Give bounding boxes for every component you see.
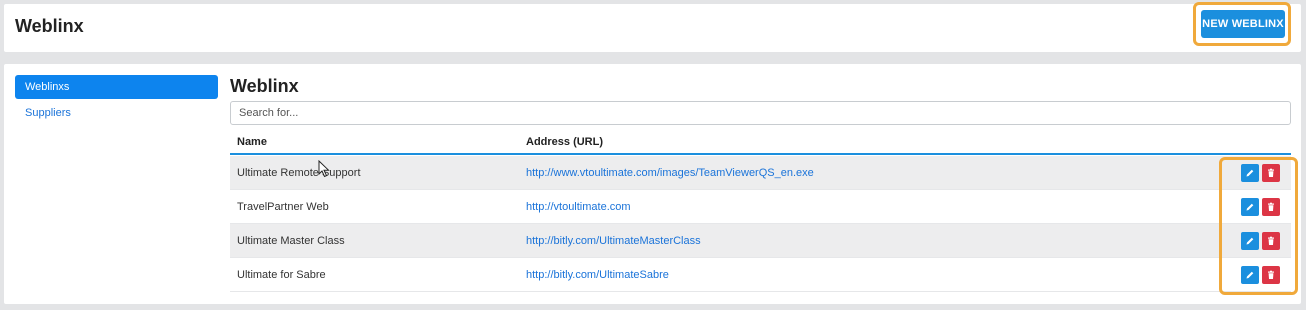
column-header-name: Name: [237, 136, 267, 148]
new-weblinx-button[interactable]: NEW WEBLINX: [1201, 10, 1285, 38]
row-name: Ultimate for Sabre: [237, 269, 326, 281]
sidebar-item-label: Weblinxs: [25, 81, 70, 93]
search-input[interactable]: [230, 101, 1291, 125]
row-name: TravelPartner Web: [237, 201, 329, 213]
page-title: Weblinx: [15, 16, 84, 36]
row-actions-highlight: [1219, 157, 1298, 295]
row-url-link[interactable]: http://www.vtoultimate.com/images/TeamVi…: [526, 167, 814, 179]
table-header: Name Address (URL): [230, 129, 1291, 155]
section-title: Weblinx: [230, 76, 299, 96]
main-panel: Weblinxs Suppliers Weblinx Name Address …: [4, 64, 1301, 304]
table-row: Ultimate for Sabre http://bitly.com/Ulti…: [230, 258, 1291, 292]
page-header: Weblinx: [4, 4, 1301, 52]
row-url-link[interactable]: http://bitly.com/UltimateSabre: [526, 269, 669, 281]
table-row: Ultimate Remote Support http://www.vtoul…: [230, 156, 1291, 190]
row-name: Ultimate Master Class: [237, 235, 345, 247]
sidebar-item-weblinxs[interactable]: Weblinxs: [15, 75, 218, 99]
table-row: Ultimate Master Class http://bitly.com/U…: [230, 224, 1291, 258]
row-url-link[interactable]: http://vtoultimate.com: [526, 201, 631, 213]
table-row: TravelPartner Web http://vtoultimate.com: [230, 190, 1291, 224]
row-name: Ultimate Remote Support: [237, 167, 361, 179]
row-url-link[interactable]: http://bitly.com/UltimateMasterClass: [526, 235, 701, 247]
sidebar-item-label: Suppliers: [25, 107, 71, 119]
column-header-url: Address (URL): [526, 136, 604, 148]
mouse-cursor-icon: [318, 160, 330, 178]
sidebar-item-suppliers[interactable]: Suppliers: [15, 101, 218, 125]
